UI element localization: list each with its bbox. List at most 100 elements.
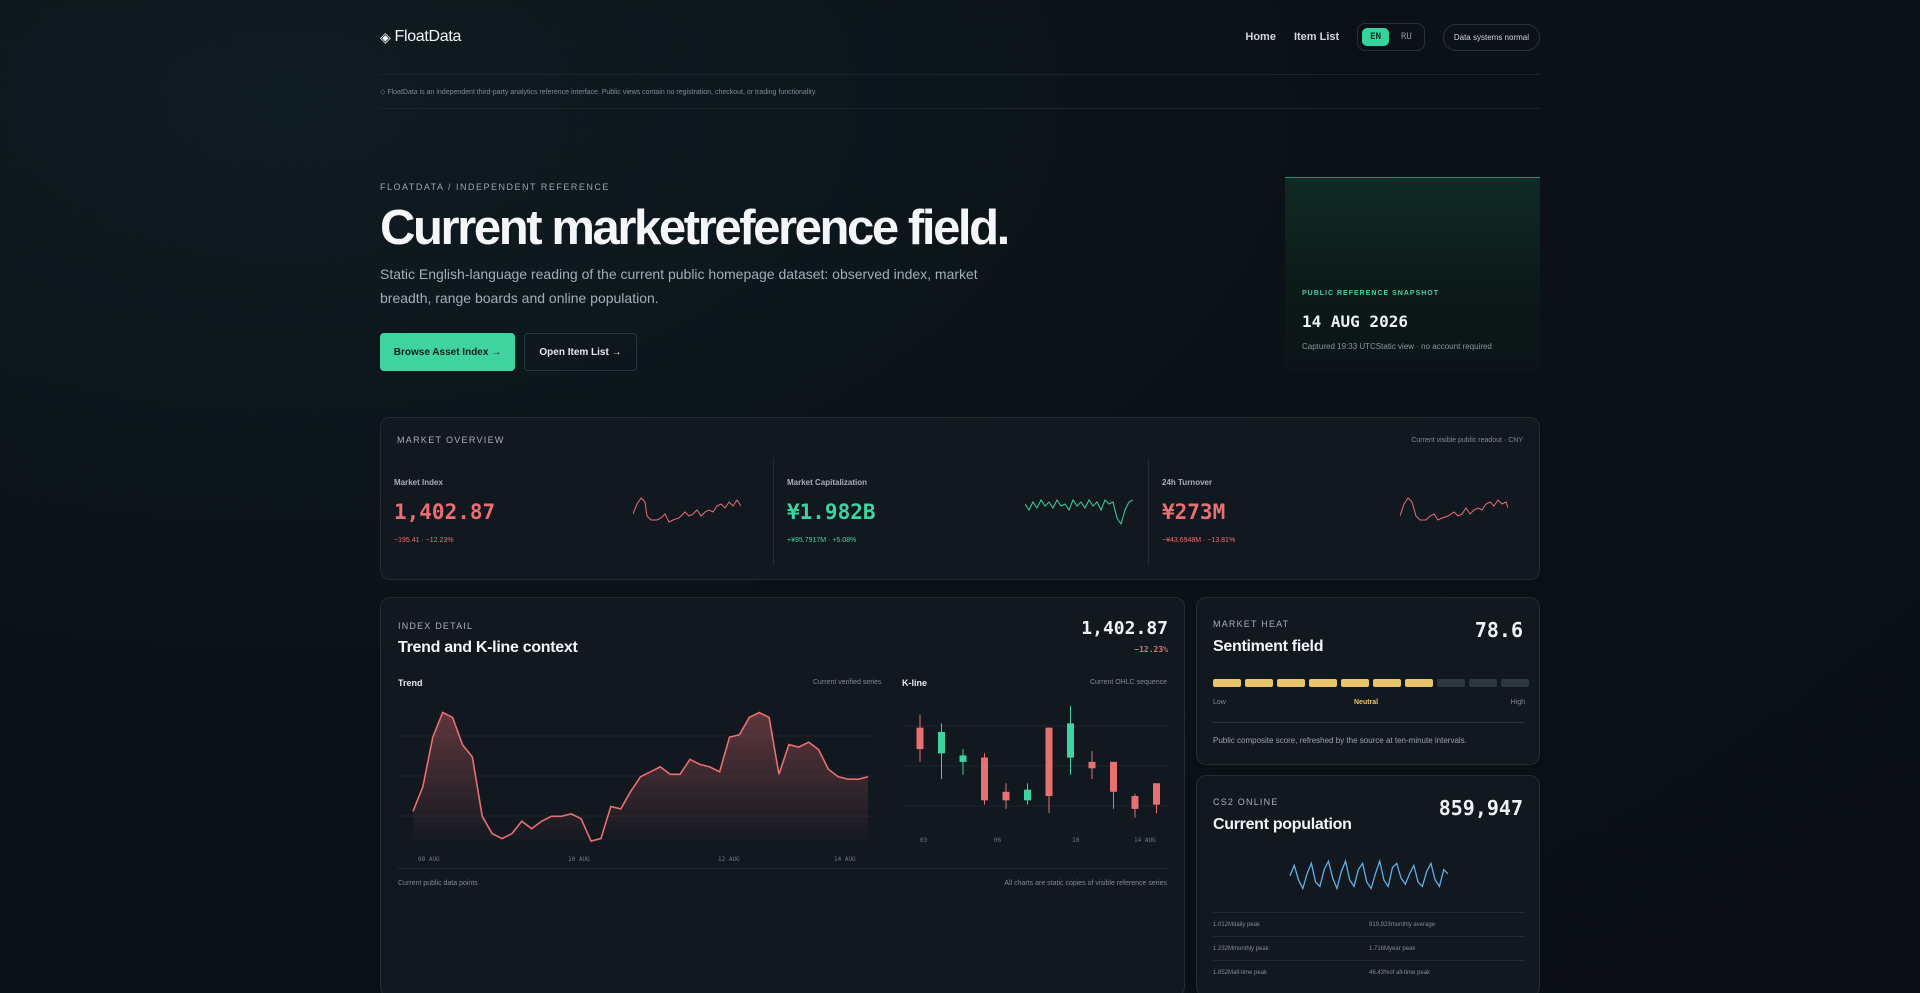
snapshot-label: PUBLIC REFERENCE SNAPSHOT: [1302, 290, 1440, 297]
brand-logo[interactable]: ◈ FloatData: [380, 28, 461, 46]
metric-value: ¥1.982B: [787, 500, 876, 524]
sparkline-market-cap-line: [1025, 498, 1133, 526]
index-footer-right: All charts are static copies of visible …: [1004, 880, 1167, 887]
sentiment-segment: [1373, 679, 1401, 687]
nav-link-item-list[interactable]: Item List: [1294, 31, 1339, 43]
candle-body: [959, 755, 967, 762]
stat-monthly-peak: 1.232Mmonthly peak: [1213, 945, 1269, 952]
snapshot-card: PUBLIC REFERENCE SNAPSHOT 14 AUG 2026 Ca…: [1285, 177, 1540, 371]
sentiment-segment: [1405, 679, 1433, 687]
snapshot-date: 14 AUG 2026: [1302, 312, 1408, 331]
candle-body: [916, 727, 924, 750]
divider: [1213, 722, 1525, 723]
hero-title: Current marketreference field.: [380, 201, 1010, 255]
sentiment-low-label: Low: [1213, 699, 1226, 706]
index-detail-panel: INDEX DETAIL Trend and K-line context 1,…: [380, 597, 1185, 993]
trend-label: Trend: [398, 678, 423, 688]
market-overview-panel: MARKET OVERVIEW Current visible public r…: [380, 417, 1540, 580]
open-item-list-button[interactable]: Open Item List →: [524, 333, 637, 371]
index-detail-value: 1,402.87: [1081, 618, 1168, 639]
nav-right: Home Item List EN RU Data systems normal: [1245, 23, 1540, 51]
metric-change: −195.41 · −12.23%: [394, 537, 454, 544]
market-overview-label: MARKET OVERVIEW: [397, 435, 505, 445]
page: ◈ FloatData Home Item List EN RU Data sy…: [380, 0, 1540, 993]
sentiment-segment: [1501, 679, 1529, 687]
stat-all-time-peak: 1.852Mall-time peak: [1213, 969, 1268, 976]
sparkline-market-index-line: [633, 497, 741, 523]
candle-body: [1088, 761, 1096, 769]
sentiment-segment: [1341, 679, 1369, 687]
sentiment-segment: [1213, 679, 1241, 687]
stat-row: 1.012Mdaily peak 919,923monthly average: [1213, 912, 1525, 936]
disclaimer-bar: ◇ FloatData is an independent third-part…: [380, 74, 1540, 109]
market-heat-title: Sentiment field: [1213, 638, 1324, 655]
population-line: [1289, 858, 1449, 891]
stat-monthly-average: 919,923monthly average: [1369, 921, 1436, 928]
stat-daily-peak: 1.012Mdaily peak: [1213, 921, 1261, 928]
hero-eyebrow: FLOATDATA / INDEPENDENT REFERENCE: [380, 182, 610, 192]
candle-body: [938, 731, 945, 754]
language-switch: EN RU: [1357, 23, 1425, 51]
metric-value: ¥273M: [1162, 500, 1226, 524]
sentiment-scale: Low Neutral High: [1213, 699, 1525, 706]
market-heat-note: Public composite score, refreshed by the…: [1213, 736, 1467, 745]
sparkline-market-cap: [1025, 498, 1133, 526]
snapshot-note: Captured 19:33 UTCStatic view · no accou…: [1302, 342, 1492, 351]
sentiment-segment: [1245, 679, 1273, 687]
stat-row: 1.852Mall-time peak 46.43%of all-time pe…: [1213, 960, 1525, 984]
kline-x-tick: 14 AUG: [1134, 837, 1156, 844]
stat-row: 1.232Mmonthly peak 1.716Myear peak: [1213, 936, 1525, 960]
candle-body: [1131, 796, 1139, 809]
kline-note: Current OHLC sequence: [1089, 679, 1167, 686]
cs2-online-title: Current population: [1213, 816, 1352, 833]
candle-body: [1110, 761, 1117, 792]
metric-value: 1,402.87: [394, 500, 496, 524]
candle-body: [1067, 723, 1074, 758]
index-detail-change: −12.23%: [1134, 645, 1168, 654]
metric-change: −¥43.6948M · −13.81%: [1162, 537, 1236, 544]
trend-area: [413, 712, 868, 846]
trend-x-tick: 12 AUG: [718, 856, 740, 863]
top-nav: ◈ FloatData Home Item List EN RU Data sy…: [380, 0, 1540, 74]
hero-subtitle: Static English-language reading of the c…: [380, 266, 978, 306]
candle-body: [981, 757, 988, 801]
cs2-online-panel: CS2 ONLINE Current population 859,947 1.…: [1196, 775, 1540, 993]
metric-turnover[interactable]: 24h Turnover ¥273M −¥43.6948M · −13.81%: [1148, 458, 1523, 565]
market-heat-value: 78.6: [1474, 618, 1523, 642]
stat-year-peak: 1.716Myear peak: [1369, 945, 1416, 952]
trend-x-tick: 14 AUG: [834, 856, 856, 863]
kline-x-tick: 03: [920, 837, 928, 844]
cs2-online-kicker: CS2 ONLINE: [1213, 797, 1279, 807]
sentiment-segment: [1437, 679, 1465, 687]
metric-market-index[interactable]: Market Index 1,402.87 −195.41 · −12.23%: [381, 458, 756, 565]
candle-body: [1153, 783, 1160, 805]
sentiment-segment: [1469, 679, 1497, 687]
candle-body: [1045, 727, 1053, 797]
sparkline-turnover: [1400, 497, 1508, 521]
trend-chart: 08 AUG 10 AUG 12 AUG 14 AUG: [398, 711, 873, 863]
market-heat-kicker: MARKET HEAT: [1213, 619, 1290, 629]
lang-ru-button[interactable]: RU: [1393, 28, 1420, 46]
browse-asset-index-button[interactable]: Browse Asset Index →: [380, 333, 515, 371]
sentiment-mid-label: Neutral: [1354, 699, 1379, 706]
cs2-online-value: 859,947: [1438, 796, 1523, 820]
population-stats: 1.012Mdaily peak 919,923monthly average …: [1213, 912, 1525, 984]
nav-link-home[interactable]: Home: [1245, 31, 1276, 43]
lang-en-button[interactable]: EN: [1362, 28, 1390, 46]
metric-market-cap[interactable]: Market Capitalization ¥1.982B +¥95.7917M…: [773, 458, 1148, 565]
sparkline-turnover-line: [1400, 497, 1508, 521]
trend-x-tick: 08 AUG: [418, 856, 440, 863]
brand-name: FloatData: [394, 28, 462, 45]
market-overview-note: Current visible public readout · CNY: [1411, 437, 1523, 444]
metric-label: Market Capitalization: [787, 478, 868, 487]
candle-body: [1024, 789, 1031, 801]
kline-label: K-line: [902, 678, 928, 688]
sentiment-high-label: High: [1510, 699, 1525, 706]
index-detail-kicker: INDEX DETAIL: [398, 621, 474, 631]
index-footer-left: Current public data points: [398, 880, 478, 887]
metric-change: +¥95.7917M · +5.08%: [787, 537, 857, 544]
candle-body: [1002, 791, 1010, 801]
divider: [398, 868, 1169, 869]
stat-percent-all-time: 46.43%of all-time peak: [1369, 969, 1431, 976]
population-chart: [1289, 858, 1449, 891]
